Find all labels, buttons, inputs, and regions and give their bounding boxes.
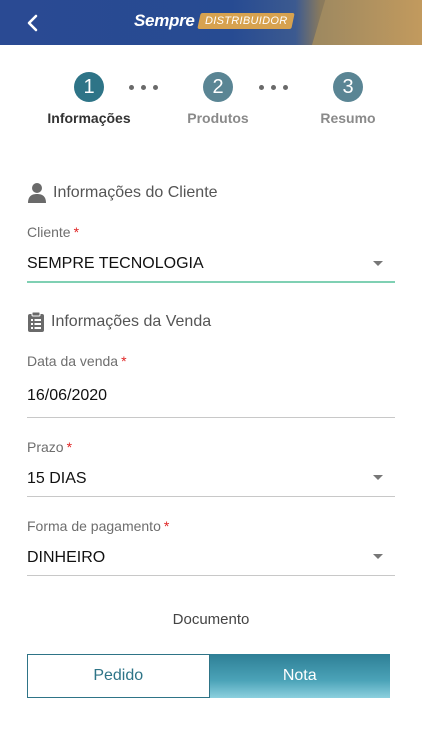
term-underline [27,496,395,497]
step-number: 3 [333,72,363,102]
sale-date-label: Data da venda * [27,353,127,369]
clipboard-icon [28,311,44,332]
header-accent-wedge [312,0,422,45]
document-option-nota[interactable]: Nota [209,654,390,698]
required-marker: * [163,518,170,534]
sale-section-heading: Informações da Venda [51,313,212,330]
chevron-down-icon [373,554,383,559]
step-connector-dots [129,85,158,90]
sale-date-field[interactable]: Data da venda * 16/06/2020 [27,353,395,419]
term-value: 15 DIAS [27,470,87,487]
step-connector-dots [259,85,288,90]
step-label: Informações [47,110,131,126]
chevron-down-icon [373,475,383,480]
payment-method-select[interactable]: Forma de pagamento * DINHEIRO [27,518,395,578]
required-marker: * [66,439,73,455]
app-logo: Sempre DISTRIBUIDOR [134,9,295,33]
step-label: Produtos [187,110,249,126]
step-resumo[interactable]: 3 Resumo [298,72,398,126]
logo-badge-text: DISTRIBUIDOR [204,15,288,27]
sale-date-underline [27,417,395,418]
client-field-value: SEMPRE TECNOLOGIA [27,255,204,272]
logo-badge: DISTRIBUIDOR [196,13,295,29]
document-type-toggle: Pedido Nota [27,654,390,698]
step-label: Resumo [320,110,376,126]
required-marker: * [73,224,80,240]
chevron-left-icon [27,14,38,32]
client-section-heading: Informações do Cliente [53,184,218,201]
payment-method-label: Forma de pagamento * [27,518,170,534]
sale-date-value: 16/06/2020 [27,387,108,404]
sale-section-title: Informações da Venda [27,311,211,333]
logo-main-text: Sempre [134,11,195,30]
payment-method-value: DINHEIRO [27,549,106,566]
step-produtos[interactable]: 2 Produtos [168,72,268,126]
payment-method-underline [27,575,395,576]
step-number: 2 [203,72,233,102]
user-icon [28,183,46,203]
app-header: Sempre DISTRIBUIDOR [0,0,422,45]
step-informacoes[interactable]: 1 Informações [39,72,139,126]
required-marker: * [121,353,127,369]
progress-stepper: 1 Informações 2 Produtos 3 Resumo [0,72,422,132]
client-field-underline [27,281,395,283]
document-option-pedido[interactable]: Pedido [27,654,210,698]
back-button[interactable] [18,9,48,37]
term-label: Prazo * [27,439,73,455]
chevron-down-icon [373,261,383,266]
term-select[interactable]: Prazo * 15 DIAS [27,439,395,499]
document-title: Documento [172,611,250,628]
client-field-label: Cliente * [27,224,80,240]
step-number: 1 [74,72,104,102]
client-section-title: Informações do Cliente [27,182,218,204]
client-select[interactable]: Cliente * SEMPRE TECNOLOGIA [27,224,395,284]
